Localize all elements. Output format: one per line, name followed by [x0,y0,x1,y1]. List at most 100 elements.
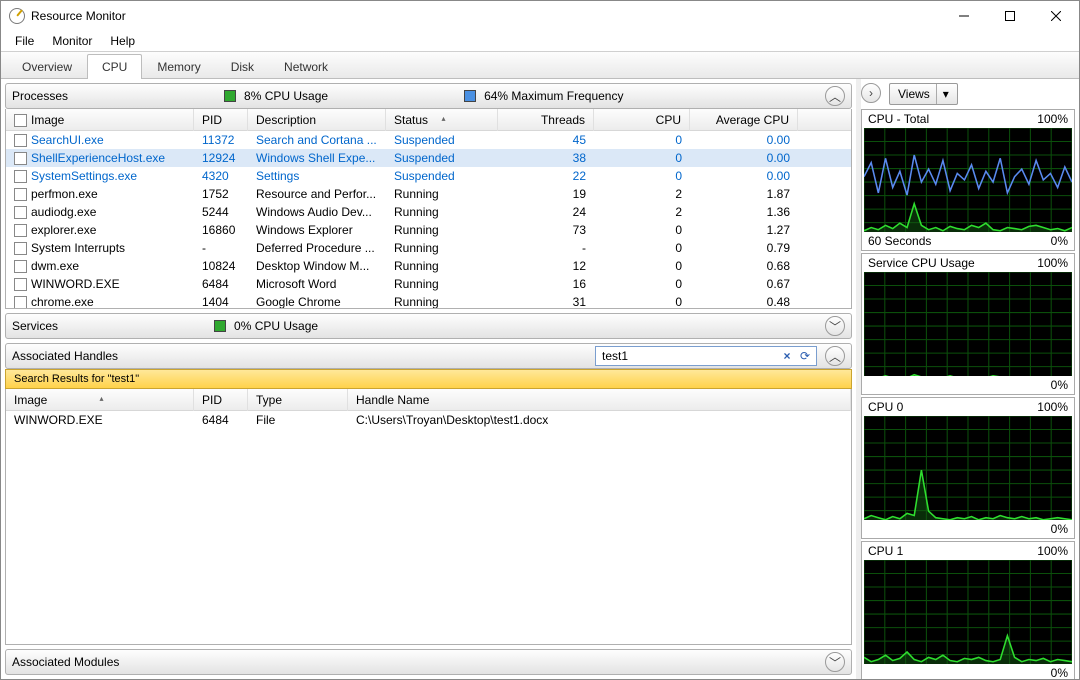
clear-search-button[interactable]: × [778,347,796,365]
col-pid[interactable]: PID [194,109,248,131]
services-header[interactable]: Services 0% CPU Usage ﹀ [5,313,852,339]
chevron-right-icon: › [869,86,873,100]
cell-image: perfmon.exe [6,187,194,201]
menubar: File Monitor Help [1,31,1079,51]
tab-overview[interactable]: Overview [7,54,87,79]
col-cpu[interactable]: CPU [594,109,690,131]
close-icon: × [783,349,790,363]
cell-cpu: 0 [594,223,690,237]
processes-table[interactable]: Image PID Description Status▴ Threads CP… [5,109,852,309]
processes-collapse-button[interactable]: ︿ [825,86,845,106]
table-row[interactable]: WINWORD.EXE6484FileC:\Users\Troyan\Deskt… [6,411,851,429]
close-button[interactable] [1033,1,1079,31]
cell-cpu: 0 [594,133,690,147]
refresh-search-button[interactable]: ⟳ [796,347,814,365]
table-row[interactable]: explorer.exe16860Windows ExplorerRunning… [6,221,851,239]
tab-network[interactable]: Network [269,54,343,79]
tab-cpu[interactable]: CPU [87,54,142,79]
hcol-type[interactable]: Type [248,389,348,411]
col-status[interactable]: Status▴ [386,109,498,131]
handles-header[interactable]: Associated Handles × ⟳ ︿ [5,343,852,369]
chart-footer-left: 60 Seconds [868,234,931,248]
handles-search-input[interactable] [598,349,778,363]
services-expand-button[interactable]: ﹀ [825,316,845,336]
cell-pid: - [194,241,248,255]
cell-desc: Desktop Window M... [248,259,386,273]
row-checkbox[interactable] [14,206,27,219]
table-row[interactable]: dwm.exe10824Desktop Window M...Running12… [6,257,851,275]
col-image[interactable]: Image [6,109,194,131]
charts-collapse-button[interactable]: › [861,83,881,103]
cell-avgcpu: 0.00 [690,133,798,147]
row-checkbox[interactable] [14,188,27,201]
row-checkbox[interactable] [14,278,27,291]
modules-header[interactable]: Associated Modules ﹀ [5,649,852,675]
table-row[interactable]: ShellExperienceHost.exe12924Windows Shel… [6,149,851,167]
minimize-button[interactable] [941,1,987,31]
handles-search-box: × ⟳ [595,346,817,366]
cell-avgcpu: 1.87 [690,187,798,201]
cell-status: Suspended [386,151,498,165]
cell-cpu: 0 [594,241,690,255]
handles-collapse-button[interactable]: ︿ [825,346,845,366]
cell-avgcpu: 0.67 [690,277,798,291]
cell-avgcpu: 0.79 [690,241,798,255]
handles-section: Associated Handles × ⟳ ︿ Search Results … [5,343,852,645]
row-checkbox[interactable] [14,224,27,237]
chart-service-cpu-usage: Service CPU Usage100%0% [861,253,1075,395]
hcol-handle[interactable]: Handle Name [348,389,851,411]
table-row[interactable]: System Interrupts-Deferred Procedure ...… [6,239,851,257]
cell-pid: 4320 [194,169,248,183]
cell-image: audiodg.exe [6,205,194,219]
table-row[interactable]: SystemSettings.exe4320SettingsSuspended2… [6,167,851,185]
views-button[interactable]: Views ▾ [889,83,958,105]
cell-status: Running [386,205,498,219]
processes-title: Processes [12,89,68,103]
col-threads[interactable]: Threads [498,109,594,131]
cell-image: ShellExperienceHost.exe [6,151,194,165]
table-row[interactable]: audiodg.exe5244Windows Audio Dev...Runni… [6,203,851,221]
checkbox-all[interactable] [14,114,27,127]
chart-cpu-total: CPU - Total100%60 Seconds0% [861,109,1075,251]
cell-desc: Windows Explorer [248,223,386,237]
row-checkbox[interactable] [14,152,27,165]
tab-memory[interactable]: Memory [142,54,215,79]
chart-footer-right: 0% [1051,522,1068,536]
chart-canvas [864,560,1072,664]
menu-help[interactable]: Help [102,32,143,50]
modules-expand-button[interactable]: ﹀ [825,652,845,672]
row-checkbox[interactable] [14,170,27,183]
row-checkbox[interactable] [14,242,27,255]
hcol-image[interactable]: Image▴ [6,389,194,411]
processes-header[interactable]: Processes 8% CPU Usage 64% Maximum Frequ… [5,83,852,109]
main-area: Processes 8% CPU Usage 64% Maximum Frequ… [1,79,1079,679]
table-row[interactable]: perfmon.exe1752Resource and Perfor...Run… [6,185,851,203]
table-row[interactable]: SearchUI.exe11372Search and Cortana ...S… [6,131,851,149]
menu-monitor[interactable]: Monitor [44,32,100,50]
cell-status: Running [386,277,498,291]
menu-file[interactable]: File [7,32,42,50]
chart-title: CPU - Total [868,112,929,126]
tab-disk[interactable]: Disk [216,54,269,79]
cell-image: dwm.exe [6,259,194,273]
maximize-button[interactable] [987,1,1033,31]
row-checkbox[interactable] [14,260,27,273]
cell-pid: 5244 [194,205,248,219]
hcol-pid[interactable]: PID [194,389,248,411]
cell-status: Running [386,241,498,255]
row-checkbox[interactable] [14,134,27,147]
row-checkbox[interactable] [14,296,27,309]
cell-desc: Search and Cortana ... [248,133,386,147]
table-row[interactable]: chrome.exe1404Google ChromeRunning3100.4… [6,293,851,309]
table-row[interactable]: WINWORD.EXE6484Microsoft WordRunning1600… [6,275,851,293]
cell-desc: Microsoft Word [248,277,386,291]
max-freq-chip-icon [464,90,476,102]
handles-table[interactable]: Image▴ PID Type Handle Name WINWORD.EXE6… [5,389,852,645]
chart-footer-right: 0% [1051,666,1068,679]
cell-image: WINWORD.EXE [6,413,194,427]
col-avgcpu[interactable]: Average CPU [690,109,798,131]
cell-cpu: 0 [594,277,690,291]
col-desc[interactable]: Description [248,109,386,131]
cell-desc: Google Chrome [248,295,386,309]
cell-image: explorer.exe [6,223,194,237]
